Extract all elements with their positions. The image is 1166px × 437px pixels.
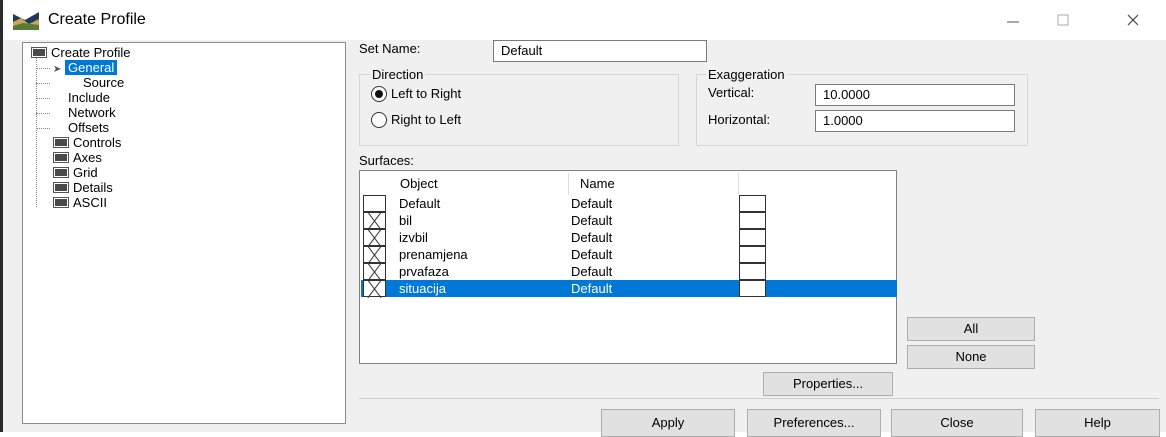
close-button[interactable]: Close [891, 409, 1023, 437]
close-icon [1127, 14, 1139, 25]
vertical-exaggeration-input[interactable]: 10.0000 [815, 84, 1015, 106]
tree-item-source[interactable]: Source [83, 75, 124, 90]
tree-folder-axes[interactable]: Axes [53, 150, 102, 165]
tree-folder-details[interactable]: Details [53, 180, 113, 195]
surface-checkbox[interactable] [363, 246, 386, 263]
surfaces-label: Surfaces: [359, 153, 414, 168]
app-icon [13, 12, 39, 30]
column-divider[interactable] [568, 173, 569, 195]
surface-row-selected[interactable]: situacija Default [361, 280, 897, 297]
surface-name: Default [571, 230, 613, 245]
surface-option-box[interactable] [739, 195, 766, 212]
set-name-label: Set Name: [359, 41, 421, 56]
column-divider[interactable] [738, 173, 739, 195]
right-to-left-label[interactable]: Right to Left [391, 112, 461, 127]
none-button[interactable]: None [907, 345, 1035, 369]
tree-item-general[interactable]: ➤ General [53, 60, 118, 75]
folder-icon [53, 182, 69, 193]
window-title: Create Profile [48, 11, 146, 28]
tree-folder-grid[interactable]: Grid [53, 165, 98, 180]
direction-group-title: Direction [370, 67, 426, 82]
surface-checkbox[interactable] [363, 229, 386, 246]
surface-option-box[interactable] [739, 263, 766, 280]
set-name-input[interactable]: Default [493, 40, 707, 62]
surface-option-box[interactable] [739, 246, 766, 263]
surface-checkbox[interactable] [363, 195, 386, 212]
surface-object: situacija [399, 281, 446, 296]
surface-row[interactable]: izvbil Default [361, 229, 897, 246]
minimize-button[interactable] [990, 6, 1036, 32]
tree-connector [36, 113, 50, 114]
surface-row[interactable]: prenamjena Default [361, 246, 897, 263]
tree-connector [36, 128, 50, 129]
close-window-button[interactable] [1110, 6, 1156, 32]
minimize-icon [1007, 21, 1019, 23]
surface-option-box[interactable] [739, 212, 766, 229]
right-to-left-radio[interactable] [371, 112, 387, 128]
surface-checkbox[interactable] [363, 280, 386, 297]
folder-icon [53, 197, 69, 208]
current-arrow-icon: ➤ [53, 64, 62, 75]
surfaces-list[interactable]: Object Name Default Default bil Default … [359, 170, 897, 364]
left-to-right-label[interactable]: Left to Right [391, 86, 461, 101]
navigation-tree[interactable]: Create Profile ➤ General Source Include … [22, 42, 346, 424]
surface-checkbox[interactable] [363, 263, 386, 280]
tree-connector [36, 68, 50, 69]
apply-button[interactable]: Apply [601, 409, 735, 437]
vertical-label: Vertical: [708, 85, 755, 100]
tree-root-create-profile[interactable]: Create Profile [31, 45, 130, 60]
tree-item-network[interactable]: Network [68, 105, 116, 120]
column-header-object[interactable]: Object [400, 175, 438, 193]
column-header-name[interactable]: Name [580, 175, 615, 193]
folder-icon [53, 152, 69, 163]
tree-connector [36, 57, 37, 207]
surface-name: Default [571, 213, 613, 228]
tree-item-include[interactable]: Include [68, 90, 110, 105]
preferences-button[interactable]: Preferences... [747, 409, 881, 437]
surface-row[interactable]: bil Default [361, 212, 897, 229]
all-button[interactable]: All [907, 317, 1035, 341]
surface-object: prenamjena [399, 247, 468, 262]
surface-object: izvbil [399, 230, 428, 245]
direction-group [359, 74, 679, 146]
surface-object: bil [399, 213, 413, 228]
tree-folder-ascii[interactable]: ASCII [53, 195, 107, 210]
horizontal-label: Horizontal: [708, 112, 771, 127]
tree-folder-controls[interactable]: Controls [53, 135, 121, 150]
horizontal-exaggeration-input[interactable]: 1.0000 [815, 110, 1015, 132]
tree-connector [36, 83, 50, 84]
tree-connector [36, 98, 50, 99]
surface-object: prvafaza [399, 264, 449, 279]
tree-item-offsets[interactable]: Offsets [68, 120, 109, 135]
maximize-button[interactable] [1040, 6, 1086, 32]
surface-name: Default [571, 264, 613, 279]
surface-name: Default [571, 281, 613, 296]
exaggeration-group-title: Exaggeration [706, 67, 787, 82]
folder-icon [53, 137, 69, 148]
surface-name: Default [571, 247, 613, 262]
folder-icon [53, 167, 69, 178]
surface-checkbox[interactable] [363, 212, 386, 229]
separator [359, 398, 1159, 399]
surface-option-box[interactable] [739, 229, 766, 246]
surface-option-box[interactable] [739, 280, 766, 297]
help-button[interactable]: Help [1035, 409, 1160, 437]
properties-button[interactable]: Properties... [763, 372, 893, 396]
surface-row[interactable]: prvafaza Default [361, 263, 897, 280]
surface-name: Default [571, 196, 613, 211]
left-to-right-radio[interactable] [371, 86, 387, 102]
open-folder-icon [31, 47, 47, 58]
surface-row[interactable]: Default Default [361, 195, 897, 212]
maximize-icon [1057, 14, 1069, 26]
surface-object: Default [399, 196, 441, 211]
